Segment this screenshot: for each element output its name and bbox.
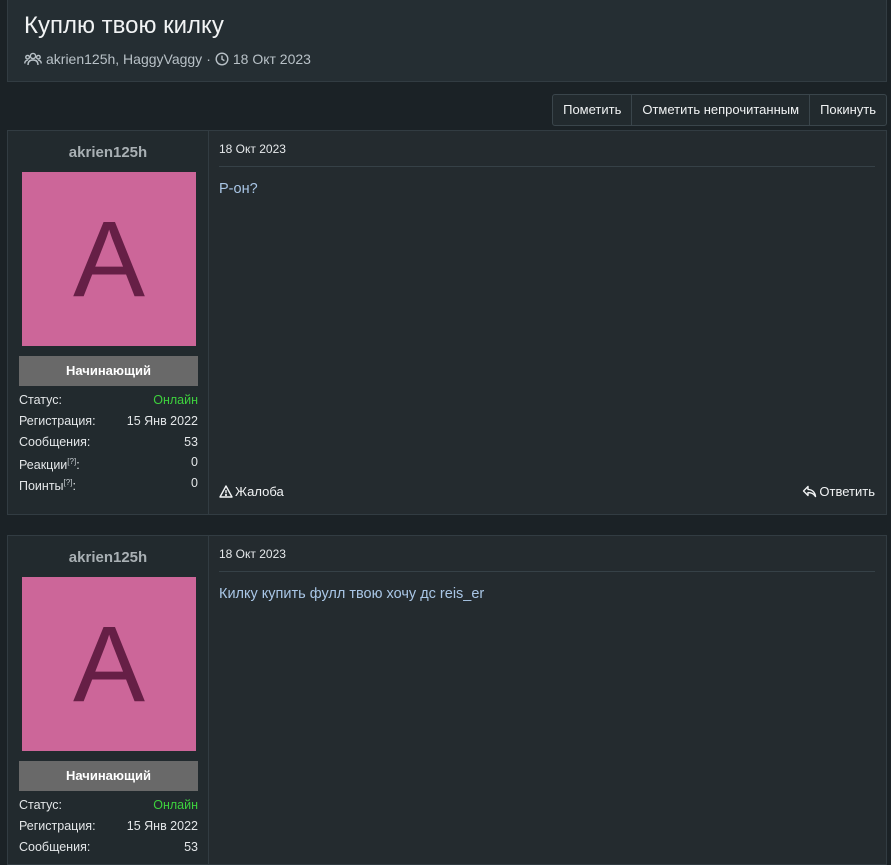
thread-date[interactable]: 18 Окт 2023 xyxy=(233,51,311,67)
post-text: Р-он? xyxy=(219,181,258,197)
post-user-panel: akrien125h A Начинающий Статус: Онлайн Р… xyxy=(8,131,209,514)
reactions-value: 0 xyxy=(191,455,198,470)
stat-reactions: Реакции[?]: 0 xyxy=(19,452,198,473)
reply-icon xyxy=(802,485,819,498)
users-icon xyxy=(24,52,42,66)
report-button[interactable]: Жалоба xyxy=(219,484,284,499)
post-date[interactable]: 18 Окт 2023 xyxy=(219,547,286,561)
messages-value[interactable]: 53 xyxy=(184,432,198,453)
stat-points: Поинты[?]: 0 xyxy=(19,473,198,494)
meta-separator: · xyxy=(206,51,211,67)
post-actions: Жалоба Ответить xyxy=(219,482,875,500)
username[interactable]: akrien125h xyxy=(8,144,208,161)
reply-button[interactable]: Ответить xyxy=(802,484,875,499)
post: akrien125h A Начинающий Статус: Онлайн Р… xyxy=(7,535,887,865)
thread-toolbar: Пометить Отметить непрочитанным Покинуть xyxy=(552,94,887,126)
stat-registration: Регистрация: 15 Янв 2022 xyxy=(19,816,198,837)
reply-label: Ответить xyxy=(819,483,875,499)
mark-button[interactable]: Пометить xyxy=(553,95,633,125)
stat-messages: Сообщения: 53 xyxy=(19,432,198,453)
stat-label: Поинты[?]: xyxy=(19,478,76,494)
stat-label: Сообщения: xyxy=(19,434,91,449)
divider xyxy=(219,571,875,572)
stat-label: Статус: xyxy=(19,798,62,812)
points-value: 0 xyxy=(191,476,198,490)
divider xyxy=(219,166,875,167)
clock-icon xyxy=(215,52,229,66)
post-body: 18 Окт 2023 Килку купить фулл твою хочу … xyxy=(219,536,875,864)
registration-value: 15 Янв 2022 xyxy=(126,413,198,428)
leave-button[interactable]: Покинуть xyxy=(810,95,886,125)
avatar[interactable]: A xyxy=(22,577,196,751)
post-body: 18 Окт 2023 Р-он? Жалоба Ответить xyxy=(219,131,875,514)
stat-label: Регистрация: xyxy=(19,413,96,428)
thread-title: Куплю твою килку xyxy=(24,12,224,39)
user-stats: Статус: Онлайн Регистрация: 15 Янв 2022 … xyxy=(19,390,198,494)
stat-status: Статус: Онлайн xyxy=(19,390,198,411)
help-mark[interactable]: [?] xyxy=(67,457,76,466)
stat-status: Статус: Онлайн xyxy=(19,795,198,816)
thread-participants[interactable]: akrien125h, HaggyVaggy xyxy=(46,51,202,67)
stat-messages: Сообщения: 53 xyxy=(19,837,198,858)
status-value: Онлайн xyxy=(153,798,198,812)
user-stats: Статус: Онлайн Регистрация: 15 Янв 2022 … xyxy=(19,795,198,857)
post-text: Килку купить фулл твою хочу дс reis_er xyxy=(219,586,485,602)
status-value: Онлайн xyxy=(153,393,198,407)
warning-icon xyxy=(219,484,235,498)
registration-value: 15 Янв 2022 xyxy=(126,818,198,833)
stat-label: Реакции[?]: xyxy=(19,457,80,473)
report-label: Жалоба xyxy=(235,483,284,499)
stat-label: Сообщения: xyxy=(19,839,91,854)
stat-label: Регистрация: xyxy=(19,818,96,833)
thread-header: Куплю твою килку akrien125h, HaggyVaggy … xyxy=(7,0,887,82)
post-user-panel: akrien125h A Начинающий Статус: Онлайн Р… xyxy=(8,536,209,864)
post: akrien125h A Начинающий Статус: Онлайн Р… xyxy=(7,130,887,515)
avatar[interactable]: A xyxy=(22,172,196,346)
stat-label: Статус: xyxy=(19,393,62,407)
user-rank-badge: Начинающий xyxy=(19,356,198,386)
username[interactable]: akrien125h xyxy=(8,549,208,566)
stat-registration: Регистрация: 15 Янв 2022 xyxy=(19,411,198,432)
mark-unread-button[interactable]: Отметить непрочитанным xyxy=(632,95,811,125)
thread-meta: akrien125h, HaggyVaggy · 18 Окт 2023 xyxy=(24,51,311,67)
user-rank-badge: Начинающий xyxy=(19,761,198,791)
post-date[interactable]: 18 Окт 2023 xyxy=(219,142,286,156)
messages-value[interactable]: 53 xyxy=(184,837,198,858)
